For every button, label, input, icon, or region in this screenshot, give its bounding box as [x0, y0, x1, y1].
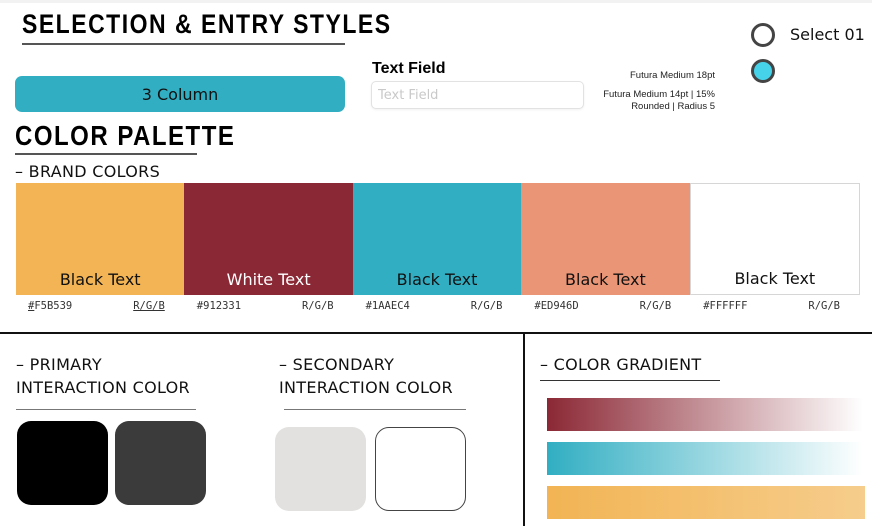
hex-code: #1AAEC4 — [365, 300, 410, 312]
swatch-text: Black Text — [59, 270, 141, 289]
radio-unselected[interactable] — [751, 23, 775, 47]
rgb-label: R/G/B — [301, 300, 334, 312]
heading-underline — [22, 43, 345, 45]
rgb-label: R/G/B — [639, 300, 672, 312]
primary-interaction-heading: – PRIMARY INTERACTION COLOR — [16, 353, 190, 399]
brand-swatch-teal: Black Text — [352, 183, 522, 295]
heading-underline — [540, 380, 720, 381]
hex-code: #FFFFFF — [703, 300, 748, 312]
field-spec-line-1: Futura Medium 14pt | 15% — [603, 89, 715, 100]
gradient-bar-maroon — [547, 398, 863, 431]
rgb-label: R/G/B — [808, 300, 840, 312]
hex-value: F5B539 — [34, 300, 73, 312]
section-divider-vertical — [523, 332, 525, 526]
brand-swatch-white: Black Text — [689, 183, 861, 295]
radio-selected[interactable] — [751, 59, 775, 83]
field-spec-line-2: Rounded | Radius 5 — [631, 101, 715, 112]
top-bar — [0, 0, 872, 3]
hex-code: #912331 — [196, 300, 242, 312]
brand-swatch-salmon: Black Text — [521, 183, 690, 295]
primary-color-black — [17, 421, 108, 505]
heading-line-2: INTERACTION COLOR — [279, 378, 453, 397]
heading-underline — [15, 153, 197, 155]
color-palette-heading: COLOR PALETTE — [15, 121, 236, 153]
brand-swatch-maroon: White Text — [184, 183, 353, 295]
gradient-bar-yellow — [547, 486, 865, 519]
label-font-note: Futura Medium 18pt — [629, 70, 715, 81]
heading-underline — [16, 409, 196, 410]
secondary-color-white — [375, 427, 466, 511]
brand-swatch-yellow: Black Text — [16, 183, 185, 295]
gradient-bar-teal — [547, 442, 863, 475]
heading-line-1: – PRIMARY — [16, 355, 102, 374]
heading-line-1: – SECONDARY — [279, 355, 395, 374]
color-gradient-heading: – COLOR GRADIENT — [540, 355, 702, 374]
text-field-label: Text Field — [372, 60, 446, 77]
secondary-color-light-gray — [275, 427, 366, 511]
brand-codes: #F5B539 R/G/B #912331 R/G/B #1AAEC4 R/G/… — [16, 300, 860, 312]
code-cell: #FFFFFF R/G/B — [691, 300, 860, 312]
heading-underline — [284, 409, 466, 410]
field-spec-note: Futura Medium 14pt | 15% Rounded | Radiu… — [603, 89, 715, 113]
code-cell: #F5B539 R/G/B — [16, 300, 185, 312]
three-column-button[interactable]: 3 Column — [15, 76, 345, 112]
section-divider-horizontal — [0, 332, 872, 334]
code-cell: #1AAEC4 R/G/B — [354, 300, 523, 312]
brand-colors-heading: – BRAND COLORS — [15, 162, 161, 181]
swatch-text: White Text — [226, 270, 311, 289]
primary-color-dark-gray — [115, 421, 206, 505]
swatch-text: Black Text — [396, 270, 478, 289]
secondary-interaction-heading: – SECONDARY INTERACTION COLOR — [279, 353, 453, 399]
text-field-input[interactable] — [371, 81, 584, 109]
heading-line-2: INTERACTION COLOR — [16, 378, 190, 397]
brand-swatches: Black Text White Text Black Text Black T… — [16, 183, 861, 295]
selection-styles-heading: SELECTION & ENTRY STYLES — [22, 9, 392, 39]
code-cell: #912331 R/G/B — [185, 300, 354, 312]
rgb-label: R/G/B — [470, 300, 503, 312]
swatch-text: Black Text — [565, 270, 646, 289]
radio-label: Select 01 — [790, 25, 865, 44]
rgb-link[interactable]: R/G/B — [133, 300, 165, 312]
code-cell: #ED946D R/G/B — [522, 300, 691, 312]
swatch-text: Black Text — [734, 269, 816, 288]
hex-code: #ED946D — [534, 300, 579, 312]
hex-code: #F5B539 — [28, 300, 72, 312]
